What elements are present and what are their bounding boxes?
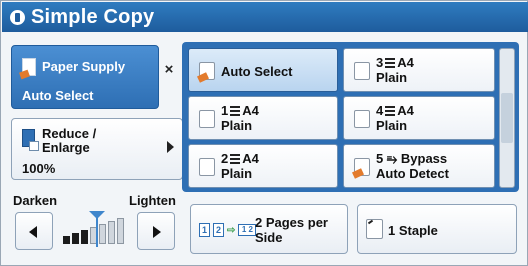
pages-per-side-line1: 2 Pages per [255,215,328,230]
darken-label: Darken [13,193,58,208]
bypass-tray-icon [354,158,370,176]
reduce-enlarge-value: 100% [22,161,56,176]
tray-number: 3 [376,55,384,70]
combined-page-icon: 1 2 [238,224,257,236]
lighten-label: Lighten [129,193,176,208]
paper-supply-value: Auto Select [22,88,94,103]
pages-per-side-line2: Side [255,230,283,245]
staple-label: 1 Staple [388,223,438,238]
staple-button[interactable]: 1 Staple [357,204,517,254]
density-bar [81,230,88,244]
density-bar [108,221,115,244]
density-pointer-line [96,217,98,247]
tray-bypass[interactable]: 5 ⥱ Bypass Auto Detect [343,144,495,188]
tray-size: A4 [397,103,414,118]
tray-type: Plain [376,118,408,133]
paper-stack-icon [230,106,241,116]
tray-2-label: 2 A4 Plain [221,151,259,181]
checkbox-icon [199,158,215,176]
reduce-enlarge-label-line2: Enlarge [42,140,90,155]
checkbox-icon [354,62,370,80]
tray-scrollbar[interactable] [499,48,515,188]
close-icon[interactable]: × [163,62,175,77]
bypass-arrow-icon: ⥱ [386,151,398,166]
paper-supply-label: Paper Supply [42,59,126,74]
paper-stack-icon [230,154,241,164]
page-2-icon: 2 [213,223,224,237]
tray-size: Bypass [400,151,448,166]
tray-number: 2 [221,151,229,166]
tray-number: 4 [376,103,384,118]
page-1-icon: 1 [199,223,210,237]
lighten-button[interactable] [137,212,175,250]
tray-4-label: 4 A4 Plain [376,103,414,133]
scrollbar-thumb[interactable] [501,93,513,143]
density-bar [117,218,124,244]
tray-1[interactable]: 1 A4 Plain [188,96,338,140]
paper-stack-icon [385,106,396,116]
tray-number: 5 [376,151,384,166]
reduce-enlarge-label-line1: Reduce / [42,126,97,141]
tray-number: 1 [221,103,229,118]
arrow-left-icon [29,226,37,238]
2-up-icon: 1 2 ⇨ 1 2 [199,223,257,237]
reduce-enlarge-button[interactable]: Reduce / Enlarge 100% [11,118,183,180]
density-bar [99,224,106,244]
tray-type: Plain [376,70,408,85]
staple-icon [366,219,383,239]
copy-icon [10,9,25,25]
paper-tray-icon [22,58,36,76]
chevron-right-icon [167,141,174,153]
tray-size: A4 [242,103,259,118]
tray-type: Auto Detect [376,166,449,181]
pages-per-side-label: 2 Pages per Side [255,215,345,245]
tray-1-label: 1 A4 Plain [221,103,259,133]
darken-button[interactable] [15,212,53,250]
arrow-right-icon: ⇨ [227,224,236,236]
reduce-enlarge-icon [22,129,39,151]
tray-auto-label: Auto Select [221,64,293,79]
density-bar [63,236,70,244]
tray-type: Plain [221,118,253,133]
arrow-right-icon [153,226,161,238]
tray-4[interactable]: 4 A4 Plain [343,96,495,140]
tray-3[interactable]: 3 A4 Plain [343,48,495,92]
density-bar [72,233,79,244]
auto-select-icon [199,62,215,80]
pages-per-side-button[interactable]: 1 2 ⇨ 1 2 2 Pages per Side [190,204,348,254]
checkbox-icon [354,110,370,128]
tray-3-label: 3 A4 Plain [376,55,414,85]
tray-bypass-label: 5 ⥱ Bypass Auto Detect [376,151,449,181]
tray-size: A4 [242,151,259,166]
title-bar: Simple Copy [2,2,528,32]
tray-2[interactable]: 2 A4 Plain [188,144,338,188]
tray-auto-select[interactable]: Auto Select [188,48,338,92]
tray-size: A4 [397,55,414,70]
paper-stack-icon [385,58,396,68]
paper-supply-button[interactable]: Paper Supply Auto Select [11,45,159,109]
checkbox-icon [199,110,215,128]
tray-type: Plain [221,166,253,181]
page-title: Simple Copy [31,5,155,28]
simple-copy-screen: Simple Copy Paper Supply Auto Select × R… [0,0,528,266]
reduce-enlarge-label: Reduce / Enlarge [42,127,132,155]
